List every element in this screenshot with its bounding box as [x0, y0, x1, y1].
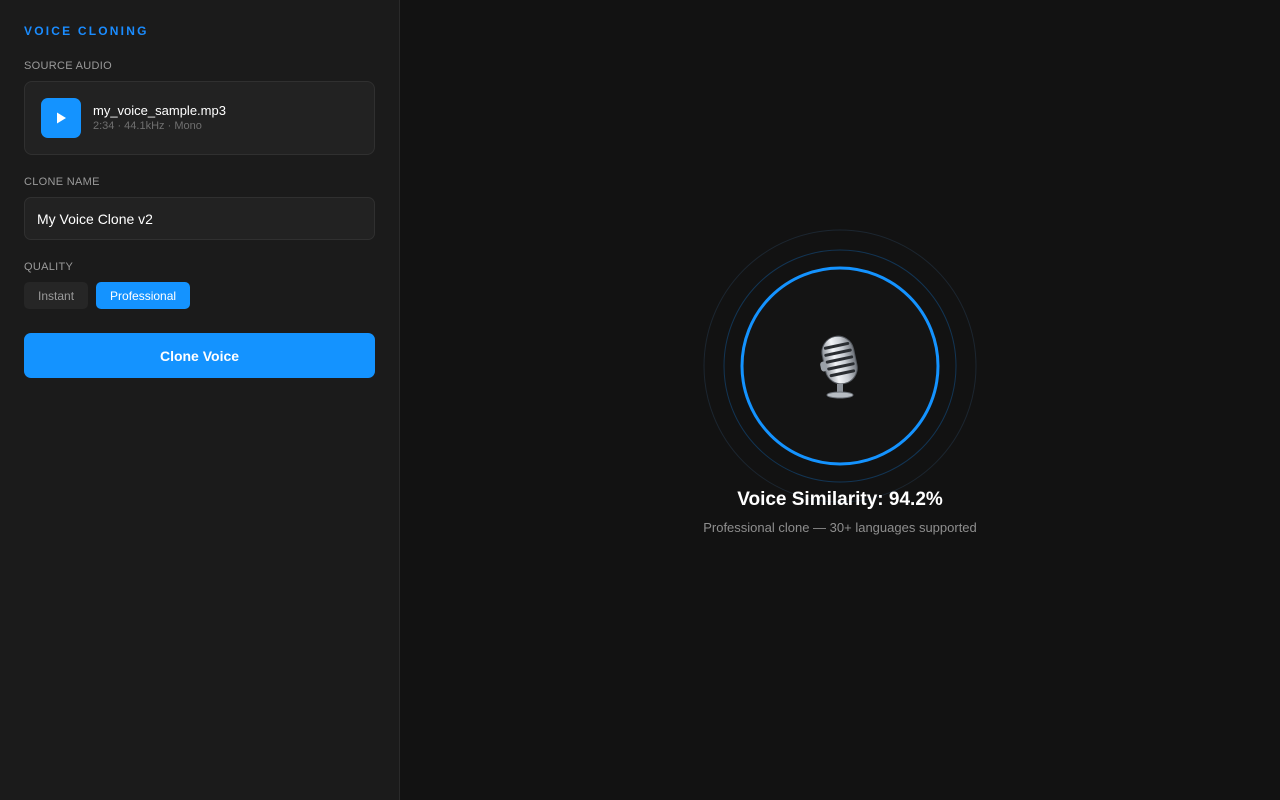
quality-selector: Instant Professional	[24, 282, 375, 309]
quality-label: QUALITY	[24, 261, 74, 273]
result-caption: Professional clone — 30+ languages suppo…	[703, 520, 977, 535]
play-button[interactable]	[41, 98, 81, 138]
microphone-icon	[820, 335, 858, 399]
app-title: VOICE CLONING	[24, 24, 149, 38]
voice-visualizer	[702, 228, 978, 504]
clone-name-input[interactable]	[24, 197, 375, 240]
play-icon	[57, 112, 66, 124]
quality-instant-button[interactable]: Instant	[24, 282, 89, 309]
source-audio-label: SOURCE AUDIO	[24, 60, 112, 72]
quality-professional-button[interactable]: Professional	[96, 282, 191, 309]
sidebar: VOICE CLONING SOURCE AUDIO my_voice_samp…	[0, 0, 400, 800]
clone-voice-button[interactable]: Clone Voice	[24, 333, 375, 378]
main-panel: Voice Similarity: 94.2% Professional clo…	[400, 0, 1280, 800]
source-audio-card: my_voice_sample.mp3 2:34 · 44.1kHz · Mon…	[24, 81, 375, 155]
clone-name-label: CLONE NAME	[24, 176, 100, 188]
file-name: my_voice_sample.mp3	[93, 103, 226, 118]
similarity-score: Voice Similarity: 94.2%	[737, 489, 943, 510]
file-meta: 2:34 · 44.1kHz · Mono	[93, 120, 202, 132]
file-info: my_voice_sample.mp3 2:34 · 44.1kHz · Mon…	[93, 103, 226, 133]
app-window: VOICE CLONING SOURCE AUDIO my_voice_samp…	[0, 0, 1280, 800]
